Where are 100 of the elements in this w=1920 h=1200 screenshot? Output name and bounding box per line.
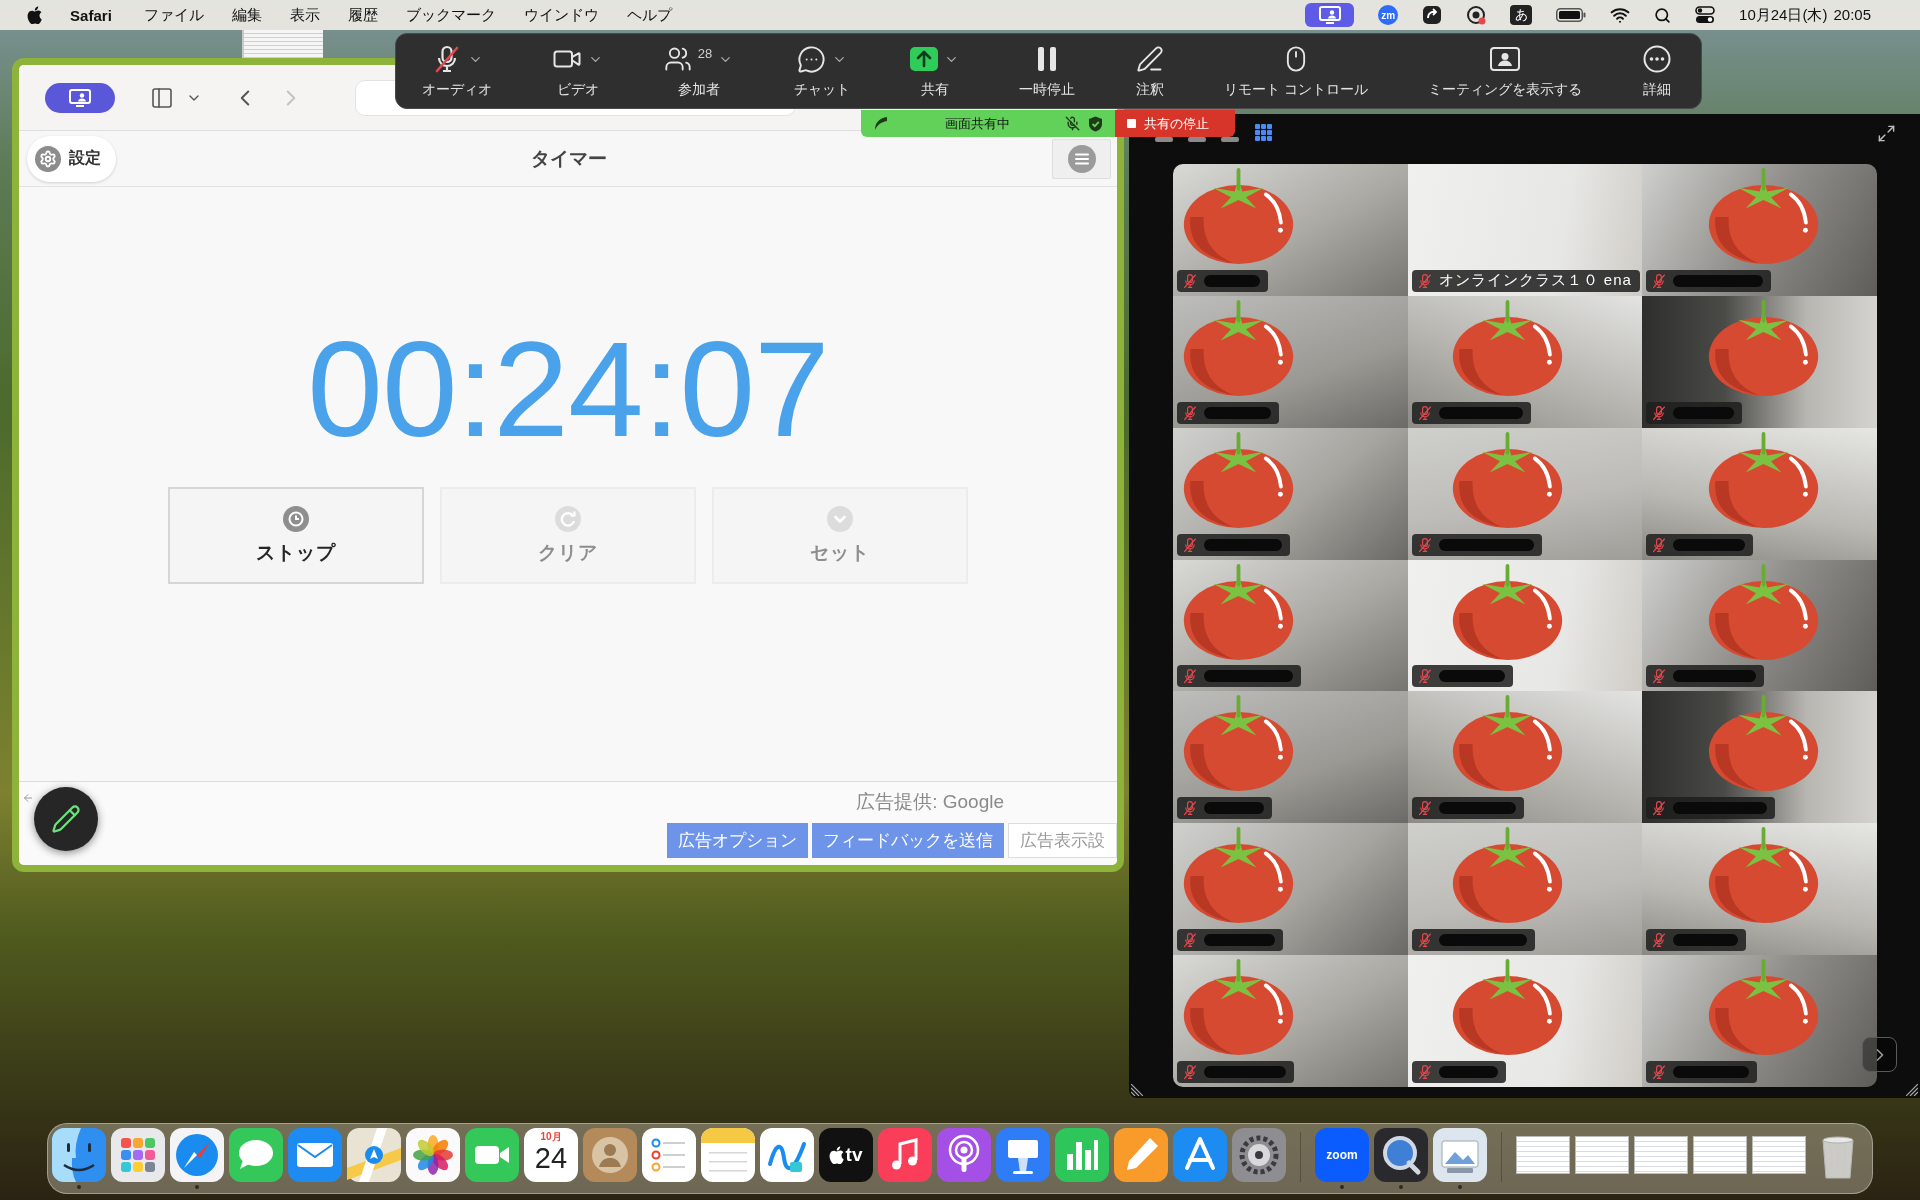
lens-icon[interactable]	[1374, 1128, 1428, 1182]
tomato-icon	[1181, 563, 1296, 662]
window-thumbnail[interactable]	[1634, 1136, 1688, 1174]
pause-icon	[1036, 46, 1059, 72]
letter-a-icon[interactable]	[1173, 1128, 1227, 1182]
menu-item[interactable]: ヘルプ	[626, 5, 672, 25]
annotate-button[interactable]: 注釈	[1135, 43, 1164, 99]
redacted-name-bar	[1204, 406, 1271, 419]
chat-bubble-icon	[796, 44, 826, 74]
menu-item[interactable]: ブックマーク	[405, 5, 496, 25]
podcast-icon[interactable]	[937, 1128, 991, 1182]
profile-button[interactable]	[45, 82, 115, 113]
stop-button[interactable]: ストップ	[168, 487, 424, 584]
tomato-icon	[1181, 299, 1296, 398]
zoom-app-button[interactable]: zoom	[1315, 1128, 1369, 1182]
audio-button[interactable]: オーディオ	[422, 43, 492, 99]
calendar-button[interactable]: 10月 24	[524, 1128, 578, 1182]
compass-icon[interactable]	[170, 1128, 224, 1182]
tomato-icon	[1181, 827, 1296, 926]
redacted-name-bar	[1204, 274, 1260, 287]
window-thumbnail[interactable]	[1693, 1136, 1747, 1174]
remote-button[interactable]: リモート コントロール	[1224, 43, 1369, 99]
podium-icon[interactable]	[996, 1128, 1050, 1182]
chat-button[interactable]: チャット	[793, 43, 850, 99]
bar-chart-icon[interactable]	[1055, 1128, 1109, 1182]
squiggle-icon[interactable]	[760, 1128, 814, 1182]
swoosh-icon	[873, 115, 889, 132]
menu-icon	[1067, 144, 1096, 173]
view-button[interactable]: ミーティングを表示する	[1428, 43, 1583, 99]
resize-handle-icon[interactable]	[1131, 1084, 1143, 1096]
menu-item[interactable]: ファイル	[143, 5, 204, 25]
screen-share-status-button[interactable]	[1305, 3, 1355, 27]
video-camera-icon[interactable]	[465, 1128, 519, 1182]
person-icon[interactable]	[583, 1128, 637, 1182]
share-status-text: 画面共有中	[943, 114, 1011, 133]
record-icon[interactable]	[1466, 5, 1487, 25]
date-text: 10月24日(木)	[1739, 5, 1828, 25]
flower-icon[interactable]	[406, 1128, 460, 1182]
menu-item[interactable]: 表示	[289, 5, 320, 25]
zm-menu-button[interactable]: zm	[1378, 5, 1399, 25]
smiling-face-icon[interactable]	[52, 1128, 106, 1182]
people-icon	[663, 45, 692, 73]
timer-display: 00:24:07	[307, 321, 829, 457]
control-center-icon[interactable]	[1695, 6, 1716, 24]
more-button[interactable]: 詳細	[1642, 43, 1671, 99]
apple-icon	[27, 6, 43, 24]
window-thumbnail[interactable]	[1575, 1136, 1629, 1174]
share-button[interactable]: 共有	[910, 43, 960, 99]
photo-stack-icon[interactable]	[1433, 1128, 1487, 1182]
grid-view-icon[interactable]	[1255, 124, 1272, 141]
wifi-icon[interactable]	[1610, 5, 1631, 25]
search-icon[interactable]	[1654, 6, 1672, 24]
view-tab-icon[interactable]	[1188, 137, 1206, 142]
pencil-icon	[51, 804, 81, 834]
next-page-button[interactable]	[1862, 1037, 1897, 1072]
menu-item[interactable]: 履歴	[347, 5, 378, 25]
window-thumbnail[interactable]	[1752, 1136, 1806, 1174]
notepad-icon[interactable]	[701, 1128, 755, 1182]
redacted-name-bar	[1204, 802, 1264, 815]
participant-name: オンラインクラス１０ ena	[1438, 271, 1632, 291]
menu-item[interactable]: ウインドウ	[523, 5, 599, 25]
window-thumbnail[interactable]	[1516, 1136, 1570, 1174]
settings-icon[interactable]	[1232, 1128, 1286, 1182]
settings-button[interactable]: 設定	[27, 135, 116, 182]
stop-share-button[interactable]: 共有の停止	[1115, 110, 1235, 137]
envelope-icon[interactable]	[288, 1128, 342, 1182]
tomato-icon	[1181, 695, 1296, 794]
app-menu[interactable]: Safari	[70, 6, 112, 24]
map-icon[interactable]	[347, 1128, 401, 1182]
view-tab-icon[interactable]	[1221, 137, 1239, 142]
pause-button[interactable]: 一時停止	[1019, 43, 1076, 99]
expand-icon[interactable]	[1877, 124, 1896, 143]
stop-square-icon	[1127, 119, 1136, 128]
pen-icon[interactable]	[1114, 1128, 1168, 1182]
redacted-name-bar	[1673, 934, 1739, 947]
view-tab-icon[interactable]	[1155, 137, 1173, 142]
sidebar-icon[interactable]	[150, 85, 174, 110]
menu-item[interactable]: 編集	[231, 5, 262, 25]
app-grid-icon[interactable]	[111, 1128, 165, 1182]
resize-handle-icon[interactable]	[1906, 1084, 1918, 1096]
video-button[interactable]: ビデオ	[552, 43, 604, 99]
tomato-icon	[1181, 168, 1296, 266]
tv-button[interactable]: tv	[819, 1128, 873, 1182]
person-frame-icon	[1490, 47, 1521, 71]
tomato-icon	[1181, 431, 1296, 530]
music-note-icon[interactable]	[878, 1128, 932, 1182]
redacted-name-bar	[1438, 1066, 1498, 1078]
menu-button[interactable]	[1052, 138, 1111, 179]
redacted-name-bar	[1204, 934, 1275, 947]
speech-bubble-icon[interactable]	[229, 1128, 283, 1182]
app-status-icon[interactable]	[1422, 5, 1443, 25]
input-method-button[interactable]: あ	[1510, 5, 1533, 25]
participants-button[interactable]: 28 参加者	[663, 43, 734, 99]
redacted-name-bar	[1438, 670, 1505, 683]
monitor-person-icon	[1318, 6, 1341, 24]
checklist-icon[interactable]	[642, 1128, 696, 1182]
page-title: タイマー	[531, 146, 607, 171]
muted-microphone-icon	[1065, 116, 1080, 131]
shield-check-icon	[1088, 115, 1103, 132]
battery-icon[interactable]	[1556, 8, 1587, 22]
